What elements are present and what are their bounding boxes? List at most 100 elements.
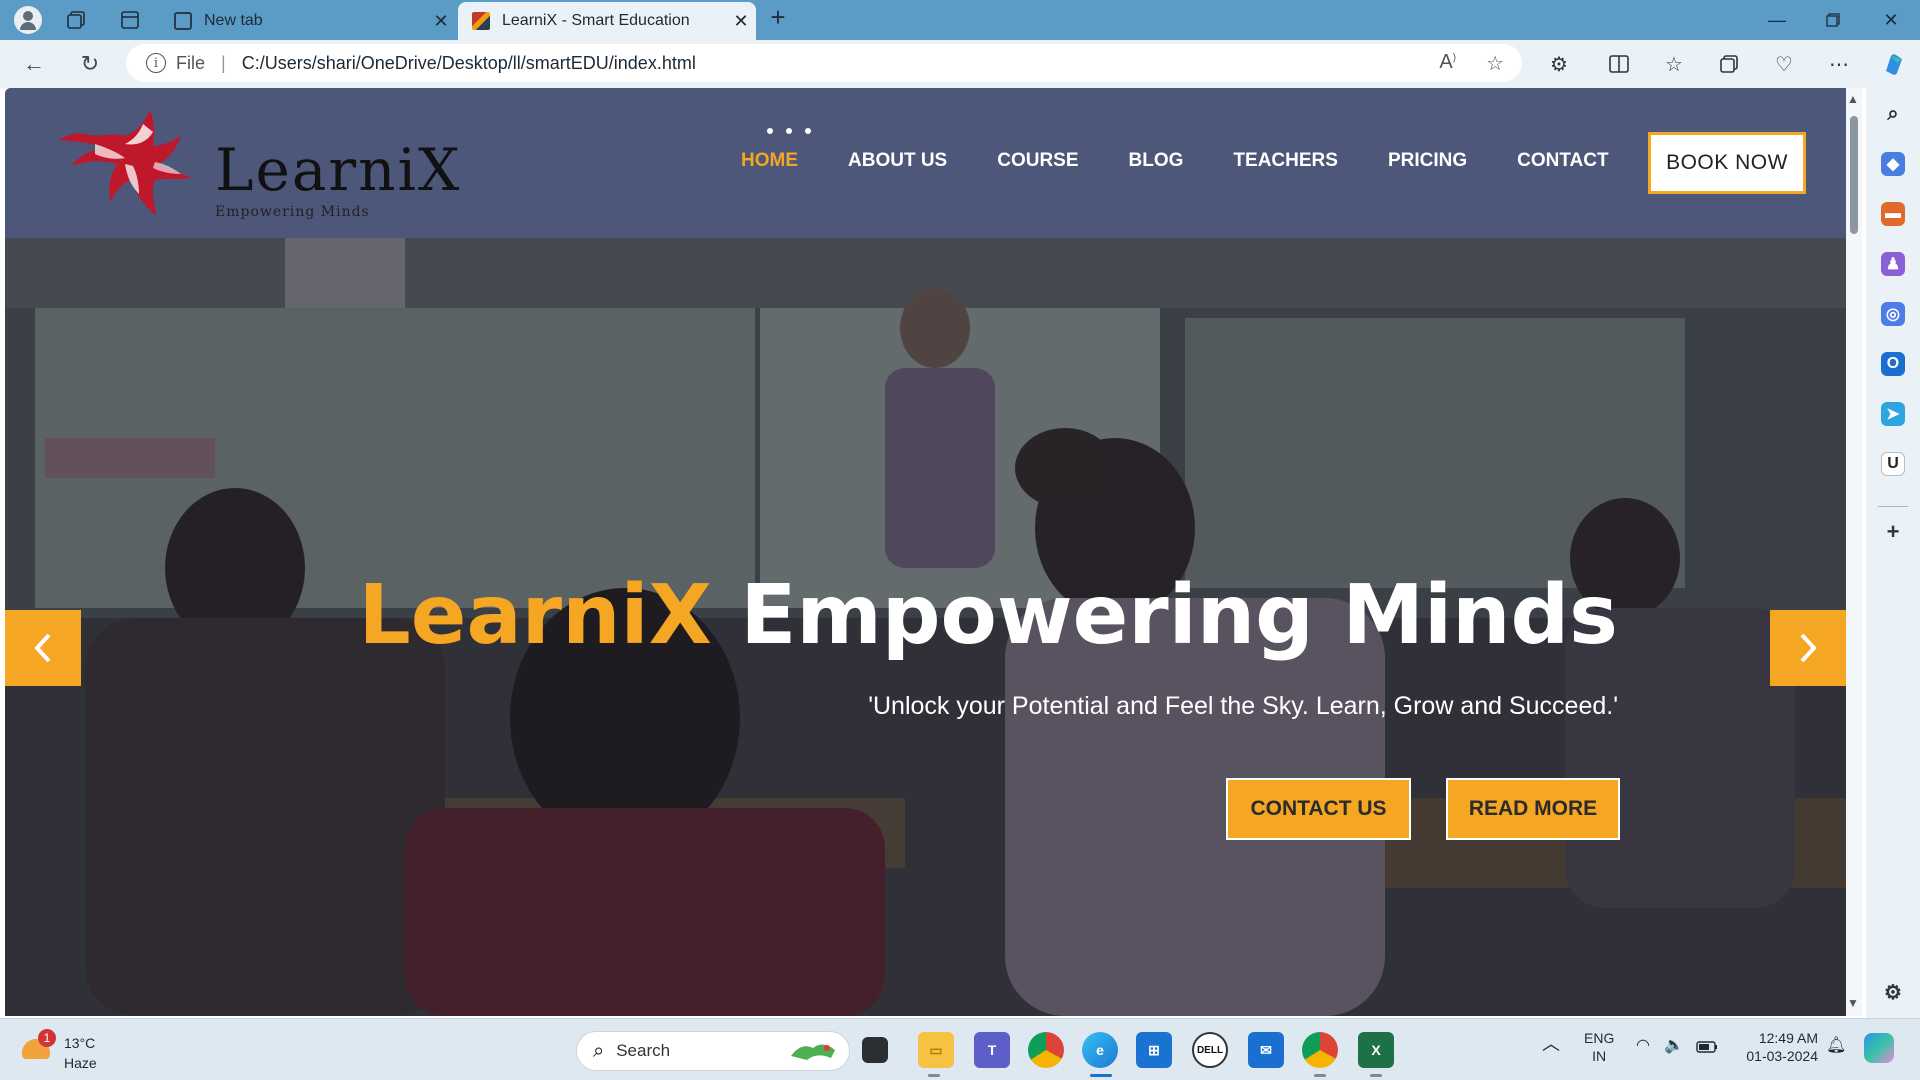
more-options-icon[interactable]: ⋯	[1825, 50, 1853, 78]
windows-taskbar: 1 13°C Haze ⌕ Search ▭ T e ⊞ DELL ✉ X ︿ …	[0, 1018, 1920, 1080]
teams-icon[interactable]: T	[974, 1032, 1010, 1068]
edge-icon[interactable]: e	[1082, 1032, 1118, 1068]
read-more-button[interactable]: READ MORE	[1446, 778, 1620, 840]
info-icon[interactable]: i	[146, 53, 166, 73]
page-viewport: LearniX Empowering Minds HOME ABOUT US C…	[5, 88, 1846, 1016]
running-indicator	[1370, 1074, 1382, 1077]
edge-sidebar: ⌕ ◆ ▬ ♟ ◎ O ➤ U + ⚙	[1866, 88, 1920, 1018]
weather-temp: 13°C	[64, 1035, 96, 1051]
outlook-icon[interactable]: O	[1881, 352, 1905, 376]
windows-start-icon[interactable]	[528, 1033, 562, 1067]
close-tab-icon[interactable]: ✕	[726, 11, 756, 32]
chrome-profile-icon[interactable]	[1302, 1032, 1338, 1068]
site-logo[interactable]: LearniX Empowering Minds	[55, 102, 495, 226]
scheme-label: File	[176, 52, 206, 73]
add-icon[interactable]: +	[1881, 519, 1905, 544]
address-bar[interactable]: i File | C:/Users/shari/OneDrive/Desktop…	[126, 44, 1522, 82]
favorites-icon[interactable]: ☆	[1660, 50, 1688, 78]
clock[interactable]: 12:49 AM 01-03-2024	[1742, 1029, 1818, 1065]
profile-avatar-icon[interactable]	[14, 6, 42, 34]
copilot-preview-icon[interactable]	[1864, 1033, 1894, 1063]
active-app-indicator	[1090, 1074, 1112, 1077]
tab-new-tab[interactable]: New tab ✕	[160, 2, 456, 40]
scroll-down-icon[interactable]: ▼	[1847, 996, 1859, 1010]
mail-icon[interactable]: ✉	[1248, 1032, 1284, 1068]
task-view-icon[interactable]	[862, 1037, 888, 1063]
settings-gear-icon[interactable]: ⚙	[1881, 980, 1905, 1004]
microsoft-365-icon[interactable]: ◎	[1881, 302, 1905, 326]
close-window-icon[interactable]: ✕	[1866, 6, 1916, 34]
taskbar-search[interactable]: ⌕ Search	[576, 1031, 850, 1071]
copilot-icon[interactable]	[1880, 50, 1908, 78]
active-nav-indicator-icon	[767, 128, 811, 134]
chrome-icon[interactable]	[1028, 1032, 1064, 1068]
workspaces-icon[interactable]	[64, 8, 88, 32]
send-icon[interactable]: ➤	[1881, 402, 1905, 426]
back-arrow-icon[interactable]: ←	[20, 50, 48, 78]
star-icon[interactable]: ☆	[1486, 51, 1504, 76]
running-indicator	[1314, 1074, 1326, 1077]
scrollbar-thumb[interactable]	[1850, 116, 1858, 234]
u-app-icon[interactable]: U	[1881, 452, 1905, 476]
shopping-icon[interactable]: ◆	[1881, 152, 1905, 176]
search-icon: ⌕	[593, 1039, 605, 1062]
nav-home[interactable]: HOME	[741, 150, 798, 172]
dell-icon[interactable]: DELL	[1192, 1032, 1228, 1068]
extensions-icon[interactable]: ⚙	[1545, 50, 1573, 78]
sidebar-divider	[1878, 506, 1908, 507]
tab-learnix[interactable]: LearniX - Smart Education ✕	[458, 2, 756, 40]
nav-contact[interactable]: CONTACT	[1517, 150, 1608, 172]
scroll-up-icon[interactable]: ▲	[1847, 92, 1859, 106]
language-indicator[interactable]: ENG IN	[1584, 1029, 1614, 1065]
learnix-favicon-icon	[472, 12, 490, 30]
restore-icon[interactable]	[1808, 6, 1858, 34]
logo-wordmark: LearniX	[215, 136, 462, 204]
carousel-next-button[interactable]	[1770, 610, 1846, 686]
url-text[interactable]: C:/Users/shari/OneDrive/Desktop/ll/smart…	[242, 53, 696, 74]
microsoft-store-icon[interactable]: ⊞	[1136, 1032, 1172, 1068]
split-screen-icon[interactable]	[1605, 50, 1633, 78]
new-tab-plus-icon[interactable]: +	[766, 2, 790, 32]
new-tab-icon	[174, 12, 192, 30]
weather-widget[interactable]: 1 13°C Haze	[22, 1029, 132, 1073]
chevron-left-icon	[34, 633, 51, 663]
volume-icon[interactable]: 🔈	[1664, 1037, 1684, 1055]
hero-subtitle: 'Unlock your Potential and Feel the Sky.…	[868, 692, 1618, 720]
clock-date: 01-03-2024	[1746, 1048, 1818, 1064]
site-header: LearniX Empowering Minds HOME ABOUT US C…	[5, 88, 1846, 238]
nav-pricing[interactable]: PRICING	[1388, 150, 1467, 172]
battery-icon[interactable]	[1696, 1039, 1718, 1057]
show-hidden-icons-icon[interactable]: ︿	[1542, 1035, 1560, 1053]
tools-icon[interactable]: ▬	[1881, 202, 1905, 226]
notifications-bell-icon[interactable]: 🔔︎	[1826, 1037, 1846, 1055]
browser-toolbar: ← ↻ i File | C:/Users/shari/OneDrive/Des…	[0, 40, 1920, 88]
weather-condition: Haze	[64, 1055, 97, 1071]
excel-icon[interactable]: X	[1358, 1032, 1394, 1068]
logo-tagline: Empowering Minds	[215, 204, 370, 220]
contact-us-button[interactable]: CONTACT US	[1226, 778, 1411, 840]
wifi-icon[interactable]: ◠	[1636, 1037, 1650, 1055]
clock-time: 12:49 AM	[1758, 1030, 1818, 1046]
nav-course[interactable]: COURSE	[997, 150, 1078, 172]
carousel-prev-button[interactable]	[5, 610, 81, 686]
read-aloud-icon[interactable]: A)	[1439, 51, 1456, 76]
file-explorer-icon[interactable]: ▭	[918, 1032, 954, 1068]
refresh-icon[interactable]: ↻	[76, 50, 104, 78]
book-now-button[interactable]: BOOK NOW	[1648, 132, 1806, 194]
hero-title-brand: LearniX	[358, 568, 712, 663]
chevron-right-icon	[1800, 633, 1817, 663]
divider: |	[221, 52, 226, 73]
minimize-icon[interactable]: —	[1752, 6, 1802, 34]
nav-blog[interactable]: BLOG	[1129, 150, 1184, 172]
tab-actions-icon[interactable]	[118, 8, 142, 32]
nav-teachers[interactable]: TEACHERS	[1233, 150, 1338, 172]
search-icon[interactable]: ⌕	[1881, 102, 1905, 126]
games-icon[interactable]: ♟	[1881, 252, 1905, 276]
nav-about-us[interactable]: ABOUT US	[848, 150, 947, 172]
page-scrollbar[interactable]: ▲ ▼	[1846, 88, 1862, 1016]
close-tab-icon[interactable]: ✕	[426, 11, 456, 32]
phoenix-logo-icon	[59, 110, 191, 216]
collections-icon[interactable]	[1715, 50, 1743, 78]
region-code: IN	[1592, 1048, 1607, 1064]
browser-essentials-icon[interactable]: ♡	[1770, 50, 1798, 78]
